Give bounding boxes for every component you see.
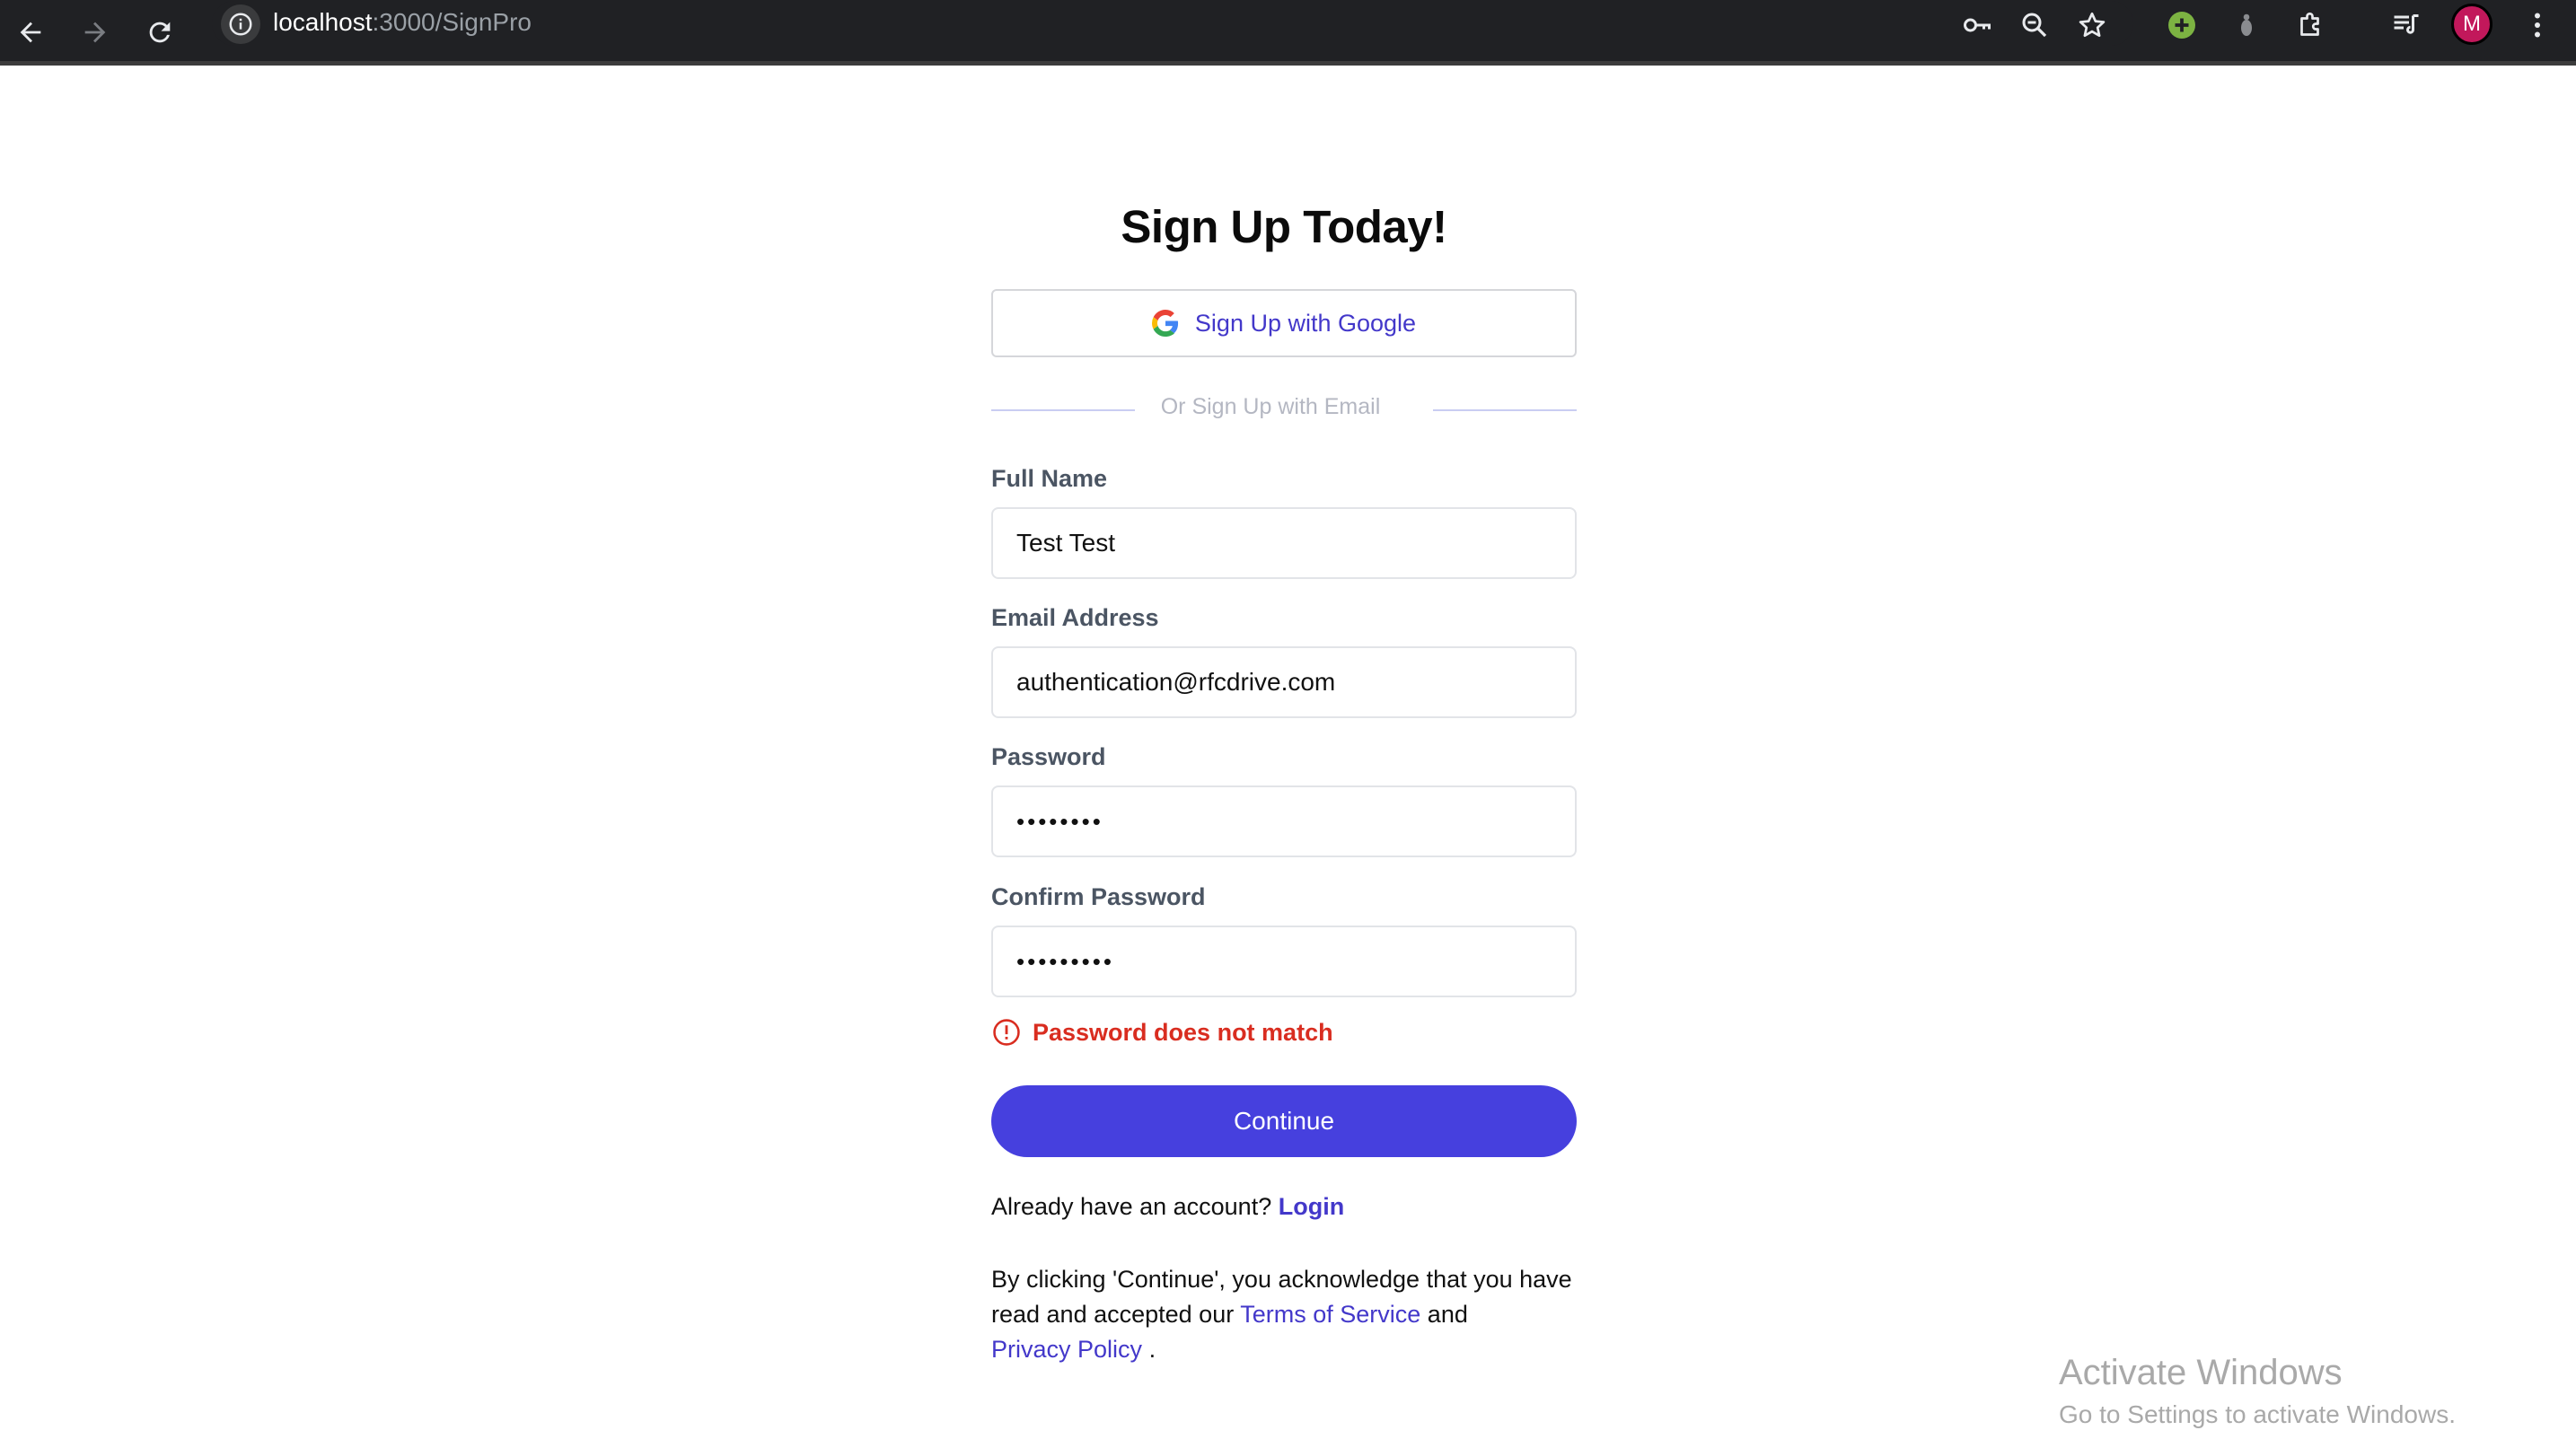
confirm-password-label: Confirm Password bbox=[991, 883, 1206, 910]
back-button[interactable] bbox=[4, 5, 57, 59]
divider-text: Or Sign Up with Email bbox=[1160, 394, 1381, 419]
password-error: Password does not match bbox=[991, 1017, 1333, 1048]
url-text[interactable]: localhost:3000/SignPro bbox=[273, 7, 532, 38]
zoom-button[interactable] bbox=[2013, 4, 2056, 47]
full-name-input[interactable] bbox=[991, 507, 1577, 579]
url-path: :3000/SignPro bbox=[372, 8, 532, 36]
profile-avatar[interactable]: M bbox=[2451, 4, 2492, 45]
watermark-subtitle: Go to Settings to activate Windows. bbox=[2059, 1400, 2456, 1428]
kebab-menu-icon bbox=[2535, 13, 2540, 38]
zoom-icon bbox=[2022, 13, 2047, 38]
watermark-title: Activate Windows bbox=[2059, 1353, 2343, 1392]
google-signup-button[interactable]: Sign Up with Google bbox=[991, 289, 1577, 357]
browser-toolbar: localhost:3000/SignPro M bbox=[0, 0, 2576, 66]
already-text: Already have an account? bbox=[991, 1193, 1272, 1220]
terms-notice: By clicking 'Continue', you acknowledge … bbox=[991, 1262, 1577, 1367]
extension-icon bbox=[2241, 13, 2252, 36]
confirm-password-input[interactable] bbox=[991, 926, 1577, 997]
bookmark-button[interactable] bbox=[2070, 4, 2114, 47]
star-icon bbox=[2079, 12, 2106, 38]
page-title: Sign Up Today! bbox=[1121, 201, 1447, 252]
puzzle-icon bbox=[2300, 12, 2319, 36]
extension-green-button[interactable] bbox=[2160, 4, 2203, 47]
email-input[interactable] bbox=[991, 646, 1577, 718]
plus-circle-icon bbox=[2168, 12, 2195, 39]
divider-line-right bbox=[1433, 409, 1577, 411]
url-host: localhost bbox=[273, 8, 373, 36]
terms-and: and bbox=[1427, 1301, 1468, 1328]
forward-arrow-icon bbox=[84, 22, 106, 43]
extensions-button[interactable] bbox=[2290, 4, 2333, 47]
reload-button[interactable] bbox=[133, 5, 187, 59]
terms-end: . bbox=[1148, 1336, 1156, 1363]
password-label: Password bbox=[991, 743, 1106, 770]
alert-circle-icon bbox=[993, 1019, 1020, 1046]
login-link[interactable]: Login bbox=[1279, 1193, 1344, 1220]
full-name-label: Full Name bbox=[991, 465, 1108, 492]
media-queue-icon bbox=[2394, 14, 2419, 34]
continue-button[interactable]: Continue bbox=[991, 1085, 1577, 1157]
signup-page: Sign Up Today! Sign Up with Google Or Si… bbox=[0, 66, 2576, 1439]
google-g-icon bbox=[1151, 310, 1178, 337]
site-info-button[interactable] bbox=[221, 4, 260, 44]
email-label: Email Address bbox=[991, 604, 1159, 631]
privacy-policy-link[interactable]: Privacy Policy bbox=[991, 1336, 1142, 1363]
key-icon bbox=[1964, 18, 1991, 32]
browser-menu-button[interactable] bbox=[2516, 4, 2559, 47]
login-prompt: Already have an account? Login bbox=[991, 1193, 1344, 1221]
forward-button[interactable] bbox=[68, 5, 122, 59]
terms-of-service-link[interactable]: Terms of Service bbox=[1240, 1301, 1420, 1328]
info-icon bbox=[229, 13, 252, 36]
error-message: Password does not match bbox=[1033, 1018, 1333, 1046]
password-input[interactable] bbox=[991, 785, 1577, 857]
back-arrow-icon bbox=[20, 22, 41, 43]
or-divider: Or Sign Up with Email bbox=[991, 394, 1577, 425]
avatar-initial: M bbox=[2463, 12, 2481, 36]
reload-icon bbox=[149, 22, 171, 43]
extension-gray-button[interactable] bbox=[2225, 4, 2268, 47]
google-button-label: Sign Up with Google bbox=[1194, 309, 1417, 337]
media-queue-button[interactable] bbox=[2385, 4, 2428, 47]
windows-activation-watermark: Activate Windows Go to Settings to activ… bbox=[2059, 1351, 2456, 1432]
password-manager-button[interactable] bbox=[1956, 4, 1999, 47]
